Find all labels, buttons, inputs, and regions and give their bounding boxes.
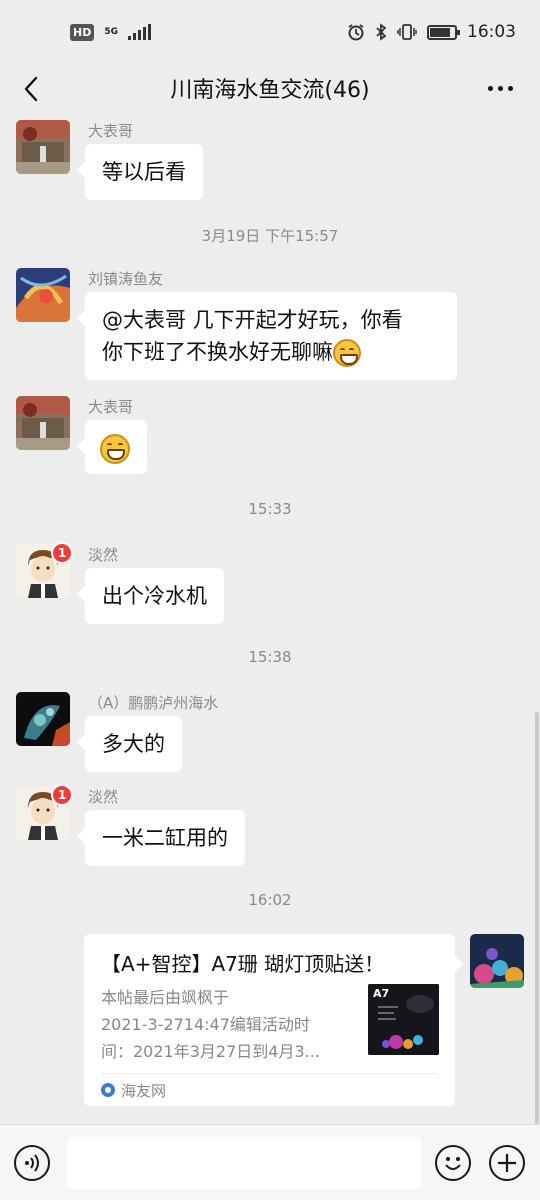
back-icon[interactable] — [16, 74, 46, 104]
grinning-emoji-icon — [100, 434, 130, 464]
bluetooth-icon — [376, 23, 387, 41]
message-item: 1 淡然 出个冷水机 — [16, 542, 526, 624]
message-line: @大表哥 几下开起才好玩，你看 — [102, 308, 403, 332]
message-item: 刘镇涛鱼友 @大表哥 几下开起才好玩，你看 你下班了不换水好无聊嘛 — [16, 268, 526, 383]
status-time: 16:03 — [467, 22, 516, 42]
sender-name: 刘镇涛鱼友 — [88, 270, 164, 288]
voice-icon[interactable] — [14, 1145, 50, 1181]
sender-name: 淡然 — [88, 546, 119, 564]
status-right: 16:03 — [347, 22, 516, 42]
more-icon[interactable] — [482, 76, 518, 100]
card-divider — [101, 1073, 438, 1074]
message-item: 大表哥 — [16, 396, 526, 476]
message-input[interactable] — [66, 1137, 422, 1189]
emoji-icon[interactable] — [435, 1145, 471, 1181]
nav-bar: 川南海水鱼交流(46) — [0, 64, 540, 112]
sender-name: 大表哥 — [88, 122, 134, 140]
message-bubble[interactable]: 等以后看 — [77, 144, 203, 200]
my-avatar[interactable] — [470, 934, 524, 988]
timestamp: 16:02 — [248, 891, 292, 909]
card-desc-line: 本帖最后由飒枫于 — [101, 988, 230, 1007]
timestamp: 15:38 — [248, 648, 292, 666]
alarm-icon — [348, 24, 364, 41]
avatar[interactable] — [16, 268, 70, 322]
thumb-label: A7 — [373, 987, 390, 1000]
message-item: 大表哥 等以后看 — [16, 120, 526, 200]
card-source: 海友网 — [101, 1079, 166, 1101]
card-title: 【A+智控】A7珊 瑚灯顶贴送！ — [101, 952, 385, 976]
status-left: HD 5G — [70, 23, 151, 41]
card-thumbnail: A7 — [368, 984, 439, 1055]
sender-name: 大表哥 — [88, 398, 134, 416]
card-desc-line: 间：2021年3月27日到4月3... — [101, 1042, 320, 1061]
hd-badge: HD — [70, 23, 95, 41]
message-bubble[interactable] — [77, 420, 147, 474]
battery-icon — [427, 24, 460, 40]
message-item: 1 淡然 一米二缸用的 — [16, 784, 526, 866]
message-bubble[interactable]: @大表哥 几下开起才好玩，你看 你下班了不换水好无聊嘛 — [77, 292, 457, 380]
link-card[interactable]: 【A+智控】A7珊 瑚灯顶贴送！ 本帖最后由飒枫于 2021-3-2714:47… — [84, 934, 463, 1106]
source-logo-icon — [101, 1083, 115, 1097]
message-line-text: 你下班了不换水好无聊嘛 — [102, 340, 333, 364]
message-line: 你下班了不换水好无聊嘛 — [102, 336, 440, 368]
card-description: 本帖最后由飒枫于 2021-3-2714:47编辑活动时 间：2021年3月27… — [101, 984, 341, 1065]
timestamp: 15:33 — [248, 500, 292, 518]
message-bubble[interactable]: 多大的 — [77, 716, 182, 772]
message-item: （A）鹏鹏泸州海水 多大的 — [16, 692, 526, 772]
unread-badge: 1 — [51, 784, 73, 806]
avatar[interactable] — [16, 692, 70, 746]
plus-icon[interactable] — [489, 1145, 525, 1181]
signal-icon — [128, 24, 151, 40]
message-bubble[interactable]: 一米二缸用的 — [77, 810, 245, 866]
message-bubble[interactable]: 出个冷水机 — [77, 568, 224, 624]
chat-title: 川南海水鱼交流(46) — [170, 78, 370, 103]
grinning-emoji-icon — [333, 339, 361, 367]
vibrate-icon — [397, 24, 417, 40]
chat-scrollbar[interactable] — [535, 712, 539, 1124]
sender-name: （A）鹏鹏泸州海水 — [88, 694, 219, 712]
timestamp: 3月19日 下午15:57 — [201, 227, 339, 245]
source-name: 海友网 — [121, 1081, 167, 1100]
status-bar: HD 5G 16:03 — [0, 0, 540, 64]
avatar[interactable] — [16, 396, 70, 450]
network-label: 5G — [104, 26, 118, 37]
sender-name: 淡然 — [88, 788, 119, 806]
unread-badge: 1 — [51, 542, 73, 564]
avatar[interactable] — [16, 120, 70, 174]
input-bar — [0, 1124, 540, 1200]
card-desc-line: 2021-3-2714:47编辑活动时 — [101, 1015, 310, 1034]
